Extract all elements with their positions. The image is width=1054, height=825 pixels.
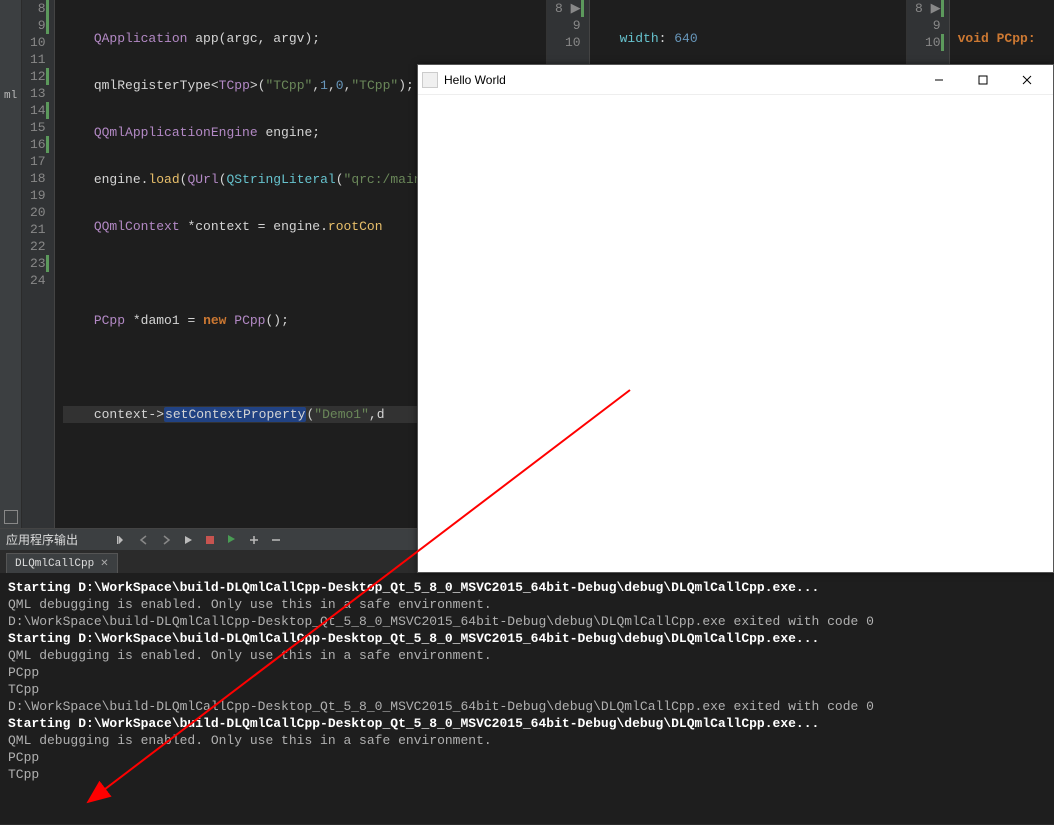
code-token: width	[620, 31, 659, 46]
console-line: PCpp	[8, 749, 1046, 766]
line-number: 11	[30, 51, 46, 68]
code-token: void PCpp:	[958, 31, 1036, 46]
app-client-area[interactable]	[418, 95, 1053, 572]
line-number: 18	[30, 170, 46, 187]
toolbar-button-add-icon[interactable]	[246, 532, 262, 548]
console-line: QML debugging is enabled. Only use this …	[8, 647, 1046, 664]
line-number: 10	[915, 34, 941, 51]
toolbar-button-next-icon[interactable]	[158, 532, 174, 548]
code-token: "Demo1"	[314, 407, 369, 422]
line-number: 14	[30, 102, 46, 119]
code-token: 0	[336, 78, 344, 93]
code-token: new	[203, 313, 226, 328]
output-tab-label: DLQmlCallCpp	[15, 558, 94, 570]
maximize-button[interactable]	[961, 65, 1005, 95]
code-token: app(argc, argv);	[187, 31, 320, 46]
code-token: :	[659, 31, 675, 46]
code-token: *context = engine.	[180, 219, 328, 234]
line-number: 12	[30, 68, 46, 85]
code-token: load	[148, 172, 179, 187]
code-token: >(	[250, 78, 266, 93]
code-token: rootCon	[328, 219, 383, 234]
code-token: QQmlContext	[94, 219, 180, 234]
console-output[interactable]: Starting D:\WorkSpace\build-DLQmlCallCpp…	[0, 573, 1054, 825]
close-button[interactable]	[1005, 65, 1049, 95]
code-token: QQmlApplicationEngine	[94, 125, 258, 140]
line-number: 15	[30, 119, 46, 136]
console-line: Starting D:\WorkSpace\build-DLQmlCallCpp…	[8, 579, 1046, 596]
code-token: "TCpp"	[351, 78, 398, 93]
minimize-button[interactable]	[917, 65, 961, 95]
line-number: 24	[30, 272, 46, 289]
line-number: 8	[30, 0, 46, 17]
line-number: 9	[555, 17, 581, 34]
code-token: context->	[94, 407, 164, 422]
code-token: PCpp	[94, 313, 125, 328]
code-token: (	[336, 172, 344, 187]
output-tab[interactable]: DLQmlCallCpp ✕	[6, 553, 118, 573]
code-token: 640	[674, 31, 697, 46]
code-token: qmlRegisterType	[94, 78, 211, 93]
code-token: PCpp	[234, 313, 265, 328]
line-number: 21	[30, 221, 46, 238]
console-line: QML debugging is enabled. Only use this …	[8, 596, 1046, 613]
console-line: QML debugging is enabled. Only use this …	[8, 732, 1046, 749]
app-titlebar[interactable]: Hello World	[418, 65, 1053, 95]
console-line: D:\WorkSpace\build-DLQmlCallCpp-Desktop_…	[8, 698, 1046, 715]
output-panel-title: 应用程序输出	[6, 531, 78, 548]
editor-1-gutter: 89101112131415161718192021222324	[22, 0, 55, 528]
code-token: QApplication	[94, 31, 188, 46]
code-token: QUrl	[187, 172, 218, 187]
code-token: 1	[320, 78, 328, 93]
code-token: ,d	[369, 407, 385, 422]
line-number: 17	[30, 153, 46, 170]
code-token: setContextProperty	[164, 407, 306, 422]
line-number: 20	[30, 204, 46, 221]
line-number: 9	[915, 17, 941, 34]
line-number: 8 ▶	[555, 0, 581, 17]
code-token: (	[219, 172, 227, 187]
code-token: engine;	[258, 125, 320, 140]
line-number: 16	[30, 136, 46, 153]
toolbar-button-prev-icon[interactable]	[136, 532, 152, 548]
console-line: TCpp	[8, 681, 1046, 698]
toolbar-button-stop-icon[interactable]	[202, 532, 218, 548]
line-number: 8 ▶	[915, 0, 941, 17]
line-number: 13	[30, 85, 46, 102]
console-line: Starting D:\WorkSpace\build-DLQmlCallCpp…	[8, 715, 1046, 732]
console-line: Starting D:\WorkSpace\build-DLQmlCallCpp…	[8, 630, 1046, 647]
line-number: 10	[30, 34, 46, 51]
toolbar-button-reset-icon[interactable]	[114, 532, 130, 548]
code-token: );	[398, 78, 414, 93]
toolbar-button-remove-icon[interactable]	[268, 532, 284, 548]
console-line: TCpp	[8, 766, 1046, 783]
line-number: 19	[30, 187, 46, 204]
code-token: "TCpp"	[266, 78, 313, 93]
close-icon[interactable]: ✕	[100, 558, 108, 570]
app-icon	[422, 72, 438, 88]
code-token: ,	[328, 78, 336, 93]
code-token: *damo1 =	[125, 313, 203, 328]
console-line: PCpp	[8, 664, 1046, 681]
code-token: ,	[312, 78, 320, 93]
console-line: D:\WorkSpace\build-DLQmlCallCpp-Desktop_…	[8, 613, 1046, 630]
panel-toggle-icon[interactable]	[4, 510, 18, 524]
code-token: QStringLiteral	[227, 172, 336, 187]
running-app-window[interactable]: Hello World	[417, 64, 1054, 573]
app-window-title: Hello World	[444, 73, 917, 87]
toolbar-button-run-file-icon[interactable]	[224, 532, 240, 548]
left-strip-label: ml	[4, 90, 17, 102]
line-number: 10	[555, 34, 581, 51]
toolbar-button-run-icon[interactable]	[180, 532, 196, 548]
line-number: 9	[30, 17, 46, 34]
code-token: TCpp	[219, 78, 250, 93]
left-tab-strip: ml	[0, 0, 22, 528]
code-token: engine.	[94, 172, 149, 187]
line-number: 22	[30, 238, 46, 255]
code-token: <	[211, 78, 219, 93]
line-number: 23	[30, 255, 46, 272]
code-token: ();	[266, 313, 289, 328]
